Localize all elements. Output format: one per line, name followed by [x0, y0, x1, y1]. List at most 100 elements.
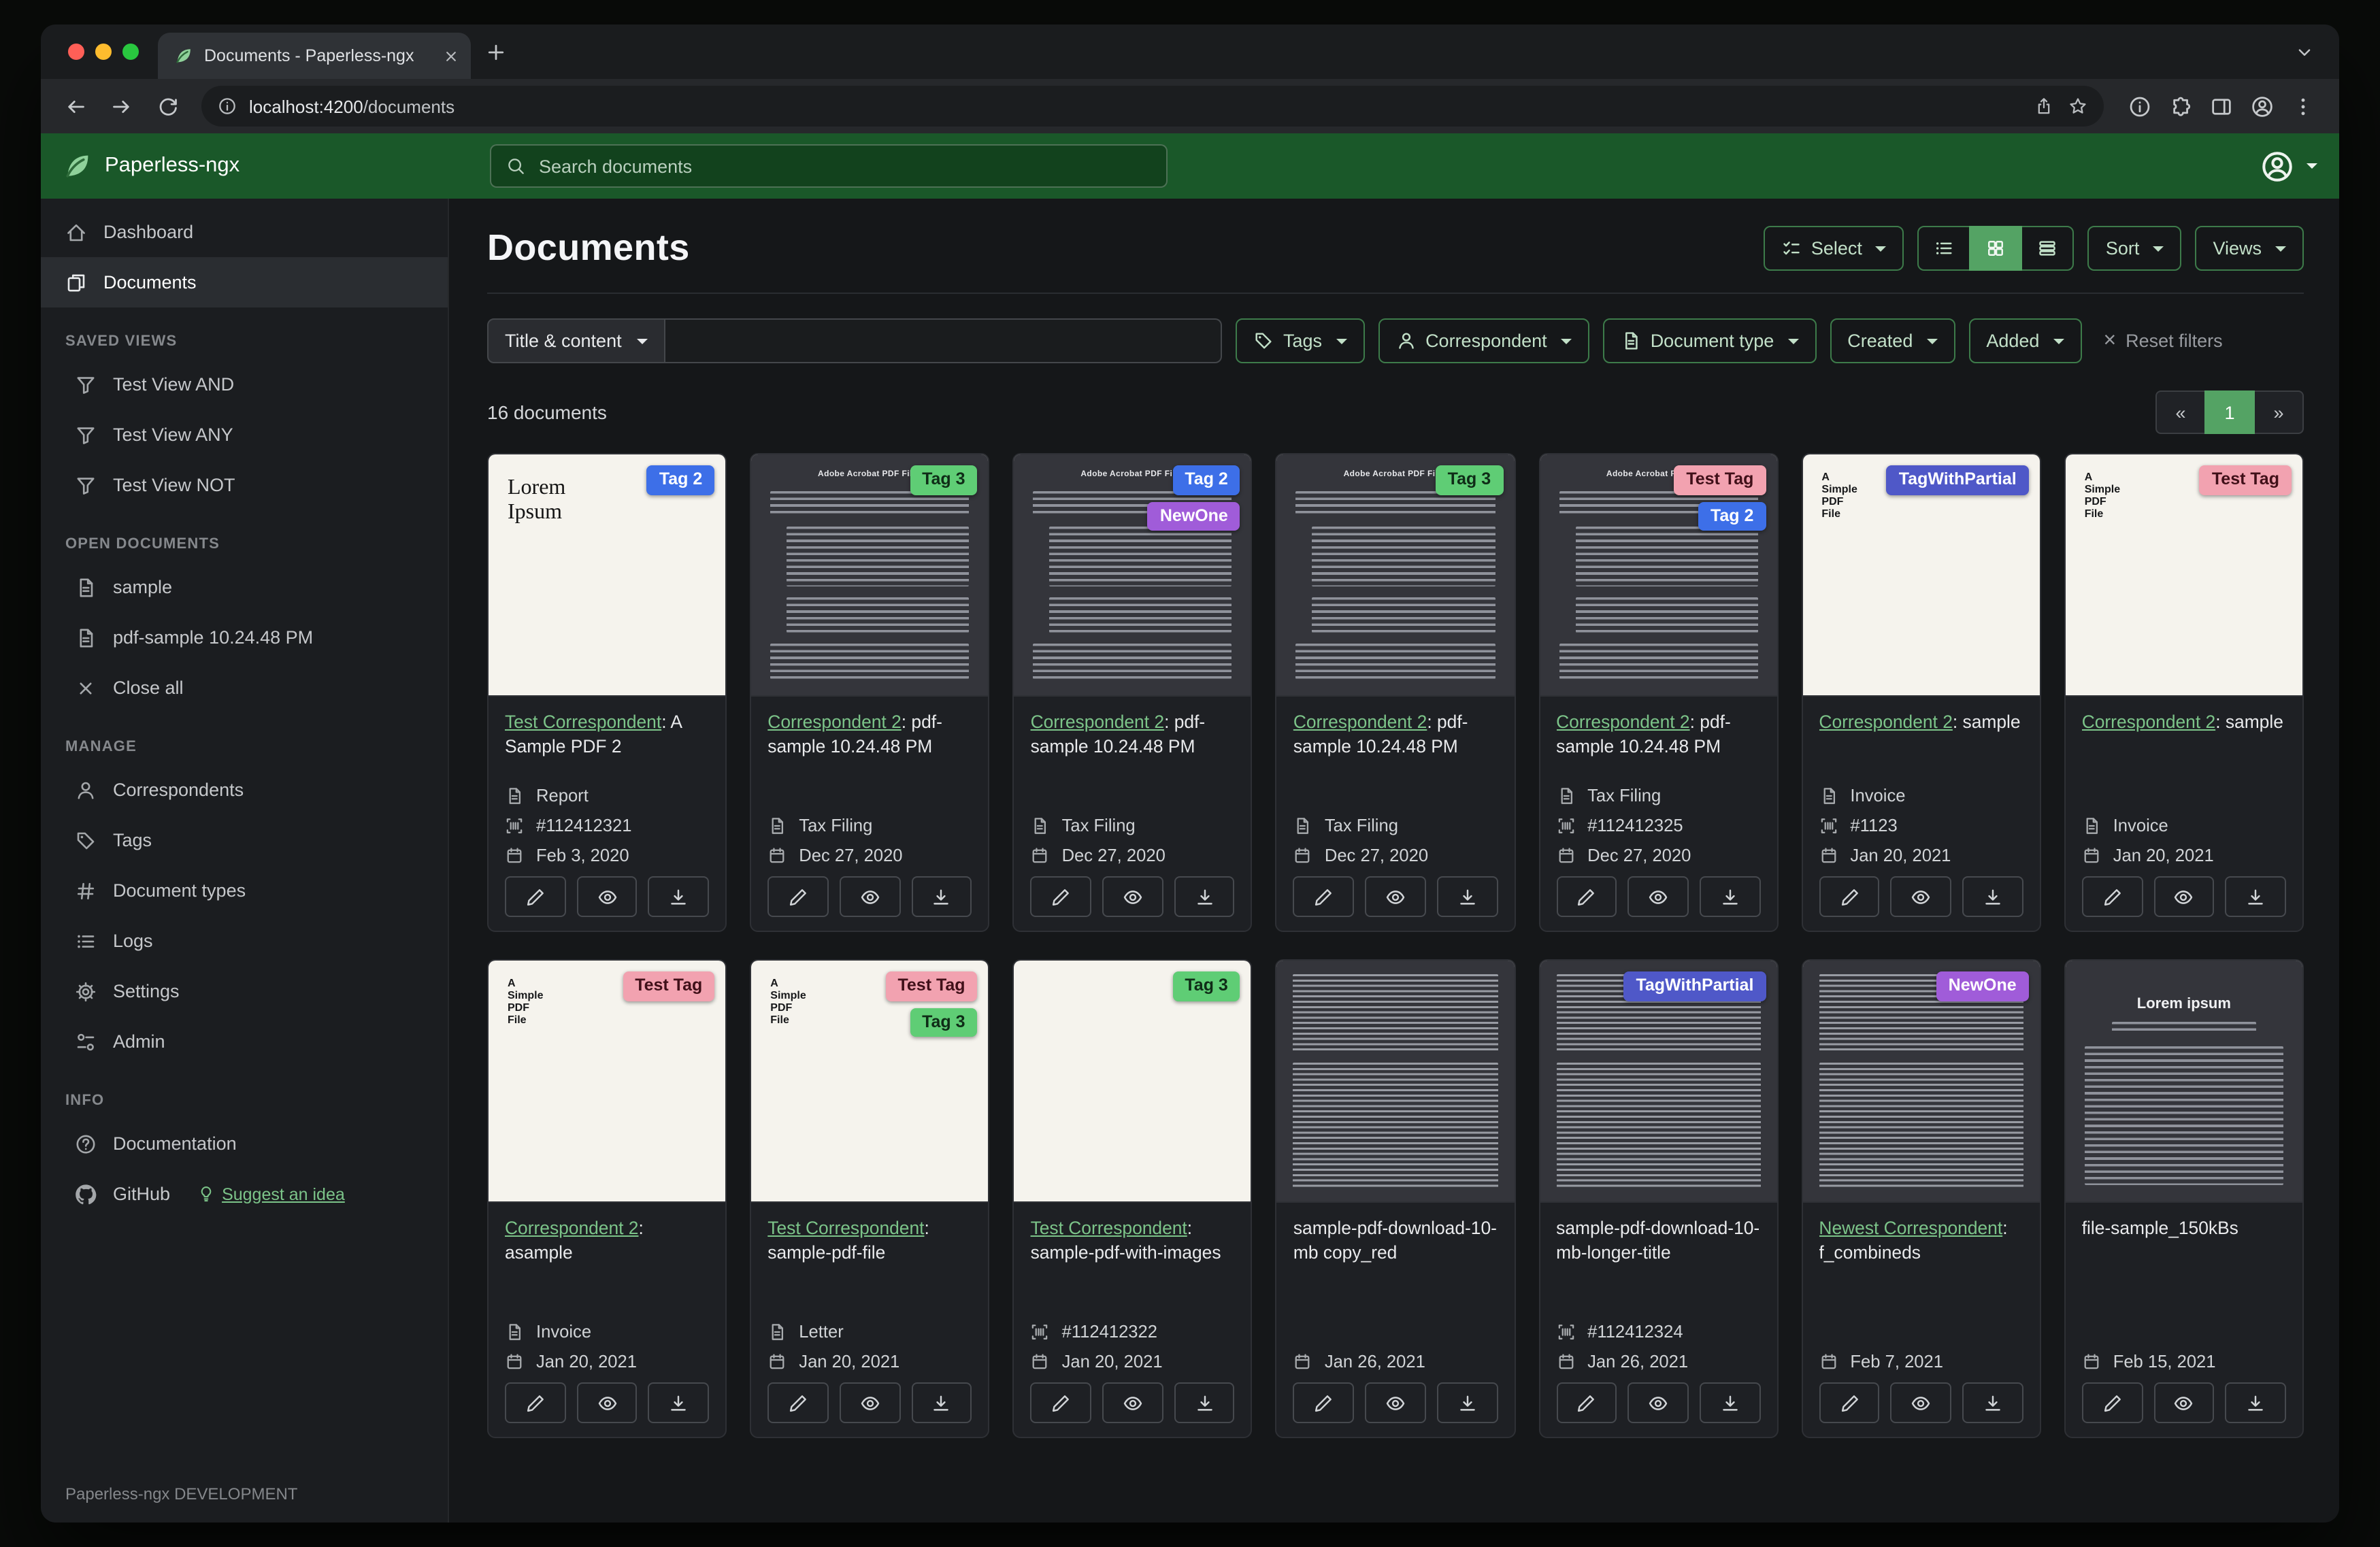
- download-document-button[interactable]: [1174, 1382, 1235, 1423]
- edit-document-button[interactable]: [505, 876, 566, 917]
- document-thumbnail[interactable]: Adobe Acrobat PDF Files Tag 3: [751, 454, 989, 697]
- document-thumbnail[interactable]: NewOne: [1802, 961, 2040, 1203]
- tab-list-chevron-icon[interactable]: [2294, 41, 2315, 62]
- edit-document-button[interactable]: [2081, 1382, 2143, 1423]
- document-thumbnail[interactable]: Lorem ipsum: [2065, 961, 2302, 1203]
- document-thumbnail[interactable]: Tag 3: [1014, 961, 1251, 1203]
- site-info-icon[interactable]: [218, 97, 237, 116]
- sidebar-item-logs[interactable]: Logs: [41, 916, 448, 966]
- tab-close-icon[interactable]: [442, 47, 460, 65]
- document-card[interactable]: A Simple PDF File Test Tag Correspondent …: [487, 959, 727, 1438]
- download-document-button[interactable]: [911, 876, 972, 917]
- profile-avatar-icon[interactable]: [2251, 95, 2274, 118]
- correspondent-link[interactable]: Test Correspondent: [505, 712, 661, 732]
- document-card[interactable]: sample-pdf-download-10-mb copy_red Jan 2…: [1275, 959, 1516, 1438]
- download-document-button[interactable]: [911, 1382, 972, 1423]
- download-document-button[interactable]: [1174, 876, 1235, 917]
- title-content-dropdown[interactable]: Title & content: [487, 318, 665, 363]
- tag-badge[interactable]: Test Tag: [1674, 465, 1766, 495]
- view-document-button[interactable]: [1365, 876, 1426, 917]
- correspondent-link[interactable]: Test Correspondent: [767, 1218, 924, 1238]
- edit-document-button[interactable]: [505, 1382, 566, 1423]
- document-thumbnail[interactable]: [1276, 961, 1515, 1203]
- close-window-button[interactable]: [68, 44, 84, 60]
- document-card[interactable]: TagWithPartial sample-pdf-download-10-mb…: [1538, 959, 1779, 1438]
- app-brand[interactable]: Paperless-ngx: [63, 151, 239, 181]
- browser-menu-icon[interactable]: [2292, 95, 2315, 118]
- correspondent-link[interactable]: Correspondent 2: [1556, 712, 1690, 732]
- tag-badge[interactable]: Tag 3: [910, 1008, 978, 1037]
- sidebar-item-document-types[interactable]: Document types: [41, 865, 448, 916]
- extensions-puzzle-icon[interactable]: [2169, 95, 2192, 118]
- download-document-button[interactable]: [2225, 1382, 2286, 1423]
- sidebar-item-pdf-sample-10-24-48-pm[interactable]: pdf-sample 10.24.48 PM: [41, 612, 448, 663]
- tag-badge[interactable]: Test Tag: [623, 971, 715, 1001]
- document-thumbnail[interactable]: Adobe Acrobat PDF Files Tag 2 NewOne: [1014, 454, 1251, 697]
- filter-added-button[interactable]: Added: [1968, 318, 2082, 363]
- correspondent-link[interactable]: Correspondent 2: [505, 1218, 639, 1238]
- sidebar-item-test-view-any[interactable]: Test View ANY: [41, 410, 448, 460]
- document-card[interactable]: A Simple PDF File Test Tag Tag 3 Test Corr…: [750, 959, 990, 1438]
- browser-tab[interactable]: Documents - Paperless-ngx: [158, 33, 471, 79]
- download-document-button[interactable]: [648, 876, 710, 917]
- filter-correspondent-button[interactable]: Correspondent: [1378, 318, 1589, 363]
- view-document-button[interactable]: [2153, 1382, 2215, 1423]
- pagination-next-button[interactable]: »: [2253, 390, 2304, 434]
- view-document-button[interactable]: [1890, 1382, 1952, 1423]
- reload-button[interactable]: [147, 86, 188, 127]
- sidebar-item-settings[interactable]: Settings: [41, 966, 448, 1016]
- forward-button[interactable]: [101, 86, 142, 127]
- bookmark-star-icon[interactable]: [2068, 97, 2087, 116]
- document-thumbnail[interactable]: A Simple PDF File Test Tag: [2065, 454, 2302, 697]
- download-document-button[interactable]: [1962, 876, 2023, 917]
- view-document-button[interactable]: [839, 1382, 901, 1423]
- grid-view-button[interactable]: [1969, 226, 2023, 271]
- document-thumbnail[interactable]: TagWithPartial: [1540, 961, 1777, 1203]
- pagination-page-1-button[interactable]: 1: [2204, 390, 2255, 434]
- tag-badge[interactable]: Tag 2: [1698, 501, 1766, 531]
- view-document-button[interactable]: [1627, 1382, 1689, 1423]
- correspondent-link[interactable]: Test Correspondent: [1031, 1218, 1187, 1238]
- sidebar-item-close-all[interactable]: Close all: [41, 663, 448, 713]
- document-card[interactable]: Adobe Acrobat PDF Files Tag 3 Corresponde…: [750, 453, 990, 932]
- edit-document-button[interactable]: [1030, 1382, 1091, 1423]
- document-card[interactable]: A Simple PDF File Test Tag Correspondent …: [2064, 453, 2304, 932]
- title-content-input[interactable]: [665, 318, 1222, 363]
- document-thumbnail[interactable]: A Simple PDF File TagWithPartial: [1802, 454, 2040, 697]
- sidebar-item-tags[interactable]: Tags: [41, 815, 448, 865]
- sidebar-item-github[interactable]: GitHub Suggest an idea: [41, 1169, 448, 1219]
- tag-badge[interactable]: Test Tag: [2199, 465, 2292, 495]
- tag-badge[interactable]: NewOne: [1147, 501, 1240, 531]
- sidebar-item-sample[interactable]: sample: [41, 562, 448, 612]
- side-panel-icon[interactable]: [2210, 95, 2233, 118]
- maximize-window-button[interactable]: [122, 44, 139, 60]
- view-document-button[interactable]: [839, 876, 901, 917]
- download-document-button[interactable]: [648, 1382, 710, 1423]
- tag-badge[interactable]: Tag 3: [1172, 971, 1240, 1001]
- back-button[interactable]: [54, 86, 95, 127]
- edit-document-button[interactable]: [1293, 876, 1355, 917]
- tag-badge[interactable]: Tag 2: [646, 465, 715, 495]
- correspondent-link[interactable]: Correspondent 2: [1819, 712, 1953, 732]
- edit-document-button[interactable]: [767, 1382, 829, 1423]
- views-button[interactable]: Views: [2195, 226, 2304, 271]
- download-document-button[interactable]: [2225, 876, 2286, 917]
- document-card[interactable]: A Simple PDF File TagWithPartial Correspo…: [1801, 453, 2041, 932]
- pagination-prev-button[interactable]: «: [2155, 390, 2206, 434]
- sidebar-item-dashboard[interactable]: Dashboard: [41, 207, 448, 257]
- minimize-window-button[interactable]: [95, 44, 112, 60]
- document-card[interactable]: Adobe Acrobat PDF Files Tag 3 Corresponde…: [1275, 453, 1516, 932]
- view-document-button[interactable]: [1890, 876, 1952, 917]
- document-card[interactable]: Adobe Acrobat PDF Files Test Tag Tag 2 Cor…: [1538, 453, 1779, 932]
- correspondent-link[interactable]: Correspondent 2: [1293, 712, 1427, 732]
- filter-document-type-button[interactable]: Document type: [1602, 318, 1817, 363]
- view-document-button[interactable]: [1102, 1382, 1163, 1423]
- global-search[interactable]: [490, 144, 1168, 188]
- browser-status-icon[interactable]: [2128, 95, 2151, 118]
- sidebar-item-test-view-not[interactable]: Test View NOT: [41, 460, 448, 510]
- document-card[interactable]: Adobe Acrobat PDF Files Tag 2 NewOne Corre…: [1012, 453, 1253, 932]
- document-card[interactable]: Tag 3 Test Correspondent: sample-pdf-wit…: [1012, 959, 1253, 1438]
- view-document-button[interactable]: [576, 876, 638, 917]
- correspondent-link[interactable]: Correspondent 2: [2082, 712, 2216, 732]
- download-document-button[interactable]: [1962, 1382, 2023, 1423]
